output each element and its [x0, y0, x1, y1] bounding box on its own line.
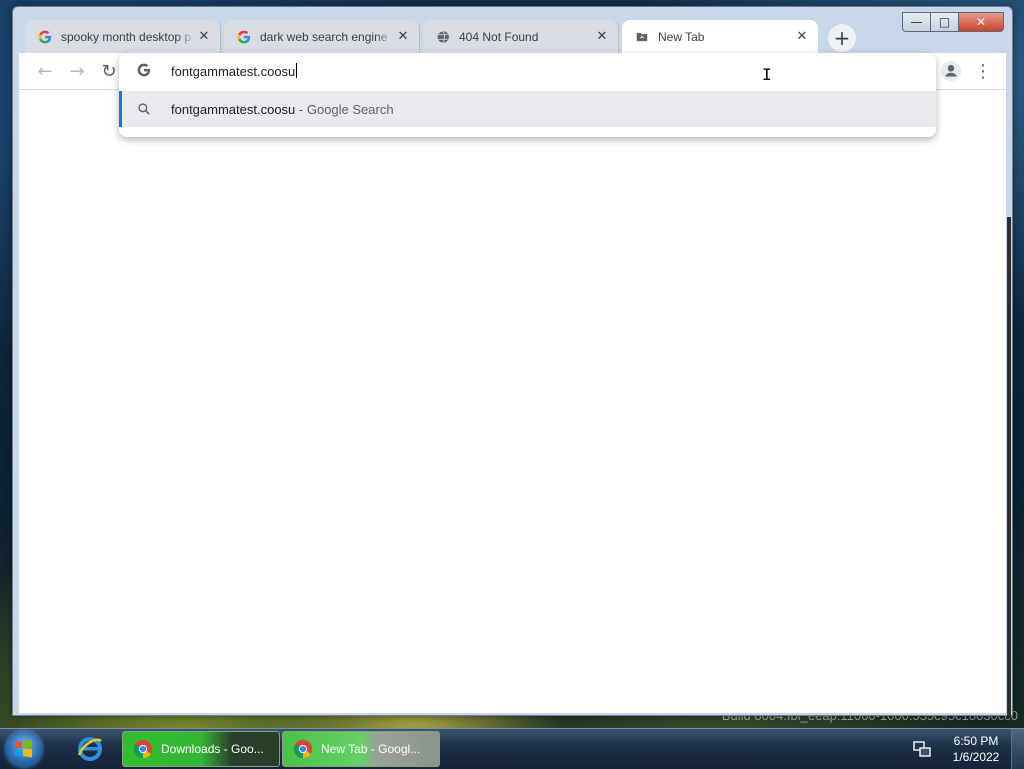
tab-close-icon[interactable]: ✕	[196, 29, 212, 45]
tab-close-icon[interactable]: ✕	[594, 29, 610, 45]
taskbar-item-label: New Tab - Googl...	[321, 742, 421, 756]
internet-explorer-icon[interactable]	[74, 733, 106, 765]
new-tab-button[interactable]: +	[828, 24, 856, 52]
tab-close-icon[interactable]: ✕	[794, 29, 810, 45]
address-bar[interactable]: fontgammatest.coosu	[119, 53, 936, 89]
clock-date: 1/6/2022	[952, 750, 1000, 764]
tab-title: New Tab	[658, 29, 705, 44]
browser-window: — □ ✕ spooky month desktop p ✕ dark web …	[12, 6, 1013, 717]
address-input[interactable]: fontgammatest.coosu	[171, 63, 298, 79]
tab-strip: spooky month desktop p ✕ dark web search…	[13, 19, 1012, 53]
start-button[interactable]	[6, 731, 42, 767]
address-input-value: fontgammatest.coosu	[171, 64, 296, 79]
suggestion-text: fontgammatest.coosu - Google Search	[171, 102, 394, 117]
scrollbar[interactable]	[1007, 217, 1011, 717]
suggestion-suffix: - Google Search	[295, 101, 394, 117]
taskbar-item-new-tab[interactable]: New Tab - Googl...	[282, 731, 440, 767]
forward-button[interactable]: →	[65, 59, 89, 83]
taskbar-item-label: Downloads - Goo...	[161, 742, 264, 756]
menu-button[interactable]: ⋮	[971, 59, 995, 83]
text-cursor-icon: I	[762, 65, 772, 84]
system-clock[interactable]: 6:50 PM 1/6/2022	[946, 733, 1006, 765]
taskbar-item-downloads[interactable]: Downloads - Goo...	[122, 731, 280, 767]
clock-time: 6:50 PM	[953, 734, 999, 748]
tab-title: spooky month desktop p	[61, 29, 192, 44]
page-content	[19, 90, 1006, 713]
tab-title: 404 Not Found	[459, 29, 539, 44]
reload-button[interactable]: ↻	[97, 59, 121, 83]
tab-title: dark web search engine	[260, 29, 388, 44]
back-button[interactable]: ←	[33, 59, 57, 83]
show-desktop-button[interactable]	[1011, 729, 1024, 769]
profile-icon[interactable]	[939, 59, 963, 83]
google-g-icon	[236, 29, 252, 45]
chrome-icon	[133, 739, 153, 759]
google-g-icon	[137, 63, 151, 80]
search-icon	[137, 102, 151, 119]
tab-close-icon[interactable]: ✕	[395, 29, 411, 45]
text-caret	[296, 63, 298, 78]
omnibox-suggestion[interactable]: fontgammatest.coosu - Google Search	[119, 91, 936, 127]
taskbar: Downloads - Goo... New Tab - Googl... 6:…	[0, 728, 1024, 769]
tab-spooky-month[interactable]: spooky month desktop p ✕	[25, 20, 221, 53]
tab-new-tab[interactable]: New Tab ✕	[622, 20, 818, 53]
chrome-icon	[293, 739, 313, 759]
google-g-icon	[37, 29, 53, 45]
suggestion-query: fontgammatest.coosu	[171, 101, 296, 117]
tab-404-not-found[interactable]: 404 Not Found ✕	[423, 20, 619, 53]
windows-logo-icon	[15, 739, 32, 758]
newtab-page-icon	[634, 29, 650, 45]
network-icon[interactable]	[912, 739, 932, 759]
globe-icon	[435, 29, 451, 45]
omnibox-dropdown: fontgammatest.coosu fontgammatest.coosu …	[119, 53, 936, 137]
tab-dark-web-search[interactable]: dark web search engine ✕	[224, 20, 420, 53]
